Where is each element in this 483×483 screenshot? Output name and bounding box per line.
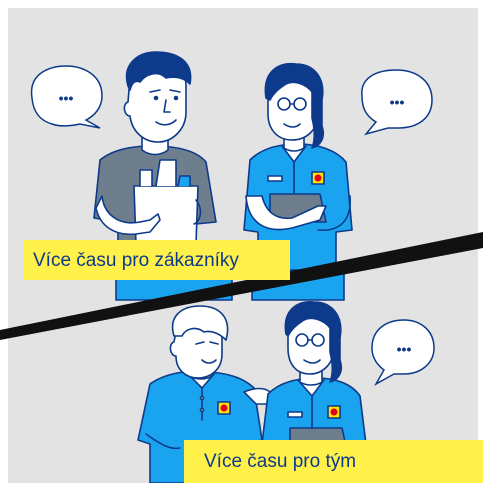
- caption-customers: Více času pro zákazníky: [24, 240, 290, 280]
- speech-bubble-dots-bottom: •••: [397, 341, 412, 357]
- illustration-stage: ••• ••• ••• Více času pro zákazníky Více…: [0, 0, 483, 483]
- caption-team: Více času pro tým: [184, 440, 483, 483]
- speech-bubble-dots-left: •••: [59, 90, 74, 106]
- speech-bubble-dots-right: •••: [390, 94, 405, 110]
